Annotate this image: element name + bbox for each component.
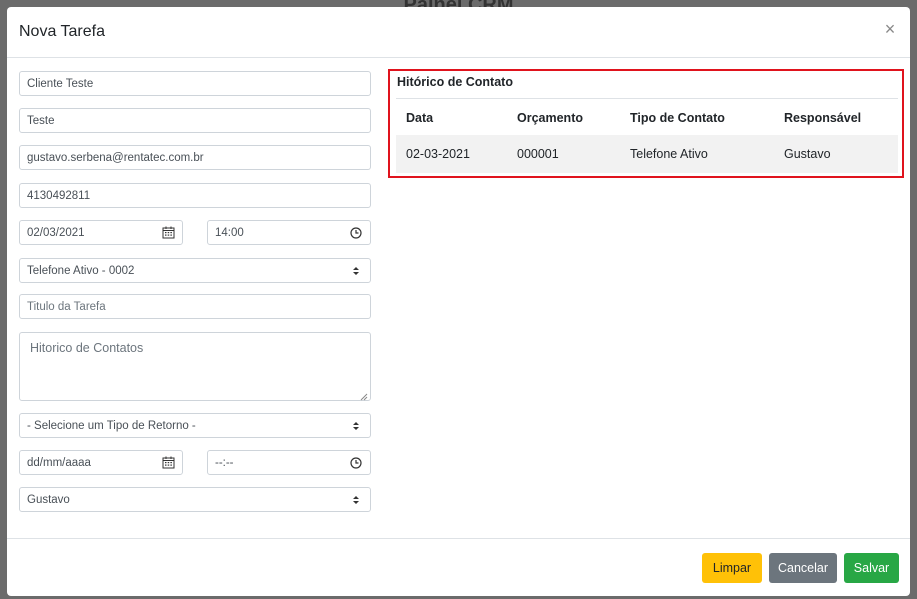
tipo-contato-value: Telefone Ativo - 0002 bbox=[27, 264, 135, 277]
limpar-button[interactable]: Limpar bbox=[702, 553, 762, 583]
clock-icon[interactable] bbox=[349, 226, 363, 240]
historico-textarea[interactable]: Hitorico de Contatos bbox=[19, 332, 371, 401]
hora-retorno-field[interactable]: --:-- bbox=[207, 450, 371, 475]
calendar-icon[interactable] bbox=[161, 226, 175, 240]
responsavel-select[interactable]: Gustavo bbox=[19, 487, 371, 512]
cliente-field[interactable]: Cliente Teste bbox=[19, 71, 371, 96]
table-row[interactable]: 02-03-2021 000001 Telefone Ativo Gustavo bbox=[396, 135, 898, 173]
clock-icon[interactable] bbox=[349, 456, 363, 470]
select-arrows-icon bbox=[349, 419, 363, 433]
resize-handle-icon[interactable] bbox=[360, 390, 368, 401]
historico-contato-panel: Hitórico de Contato Data Orçamento Tipo … bbox=[388, 69, 904, 178]
cancelar-button[interactable]: Cancelar bbox=[769, 553, 837, 583]
data-value: 02/03/2021 bbox=[27, 226, 85, 239]
hora-retorno-placeholder: --:-- bbox=[215, 456, 234, 469]
tipo-retorno-select[interactable]: - Selecione um Tipo de Retorno - bbox=[19, 413, 371, 438]
modal-header: Nova Tarefa × bbox=[7, 7, 910, 58]
historico-title: Hitórico de Contato bbox=[397, 75, 513, 89]
data-retorno-field[interactable]: dd/mm/aaaa bbox=[19, 450, 183, 475]
telefone-field[interactable]: 4130492811 bbox=[19, 183, 371, 208]
calendar-icon[interactable] bbox=[161, 456, 175, 470]
contato-field[interactable]: Teste bbox=[19, 108, 371, 133]
salvar-button[interactable]: Salvar bbox=[844, 553, 899, 583]
email-field[interactable]: gustavo.serbena@rentatec.com.br bbox=[19, 145, 371, 170]
cell-orcamento: 000001 bbox=[517, 147, 559, 161]
tipo-retorno-value: - Selecione um Tipo de Retorno - bbox=[27, 419, 196, 432]
select-arrows-icon bbox=[349, 264, 363, 278]
cell-tipo-contato: Telefone Ativo bbox=[630, 147, 708, 161]
contato-value: Teste bbox=[27, 114, 55, 127]
close-button[interactable]: × bbox=[882, 20, 898, 38]
cliente-value: Cliente Teste bbox=[27, 77, 94, 90]
column-header-data[interactable]: Data bbox=[406, 99, 433, 137]
titulo-tarefa-input[interactable]: Titulo da Tarefa bbox=[19, 294, 371, 319]
hora-field[interactable]: 14:00 bbox=[207, 220, 371, 245]
historico-placeholder: Hitorico de Contatos bbox=[30, 341, 144, 355]
historico-table: Data Orçamento Tipo de Contato Responsáv… bbox=[396, 98, 898, 175]
responsavel-value: Gustavo bbox=[27, 493, 70, 506]
table-header-row: Data Orçamento Tipo de Contato Responsáv… bbox=[396, 98, 898, 136]
cell-responsavel: Gustavo bbox=[784, 147, 831, 161]
telefone-value: 4130492811 bbox=[27, 189, 91, 202]
tipo-contato-select[interactable]: Telefone Ativo - 0002 bbox=[19, 258, 371, 283]
nova-tarefa-modal: Nova Tarefa × Cliente Teste Teste gustav… bbox=[7, 7, 910, 596]
data-retorno-placeholder: dd/mm/aaaa bbox=[27, 456, 91, 469]
column-header-responsavel[interactable]: Responsável bbox=[784, 99, 861, 137]
column-header-orcamento[interactable]: Orçamento bbox=[517, 99, 583, 137]
email-value: gustavo.serbena@rentatec.com.br bbox=[27, 151, 204, 164]
modal-title: Nova Tarefa bbox=[19, 23, 105, 40]
cell-data: 02-03-2021 bbox=[406, 147, 470, 161]
select-arrows-icon bbox=[349, 493, 363, 507]
hora-value: 14:00 bbox=[215, 226, 244, 239]
titulo-tarefa-placeholder: Titulo da Tarefa bbox=[27, 300, 106, 313]
modal-footer: Limpar Cancelar Salvar bbox=[7, 538, 910, 596]
column-header-tipo-contato[interactable]: Tipo de Contato bbox=[630, 99, 725, 137]
data-field[interactable]: 02/03/2021 bbox=[19, 220, 183, 245]
